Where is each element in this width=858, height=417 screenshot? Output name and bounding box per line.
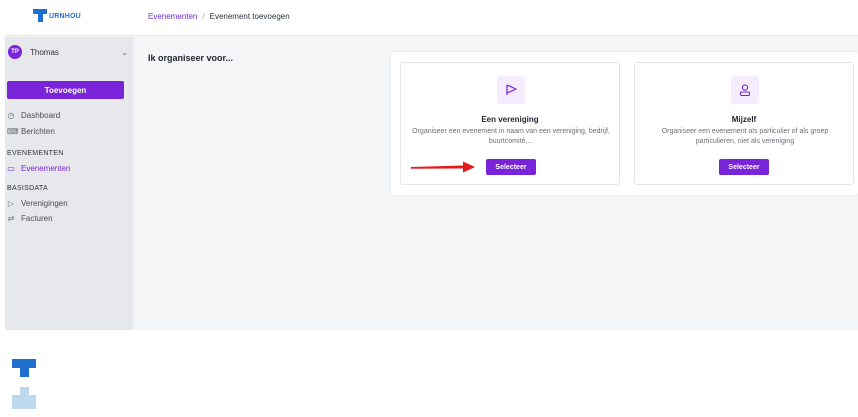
logo-mark-icon xyxy=(33,9,47,23)
logo[interactable]: URNHOU xyxy=(33,9,81,23)
sidebar-item-label: Facturen xyxy=(21,213,53,223)
card-description: Organiseer een evenement als particulier… xyxy=(661,128,829,145)
sidebar-item-label: Dashboard xyxy=(21,110,61,120)
breadcrumb-separator: / xyxy=(202,12,205,21)
top-bar: URNHOU Evenementen / Evenement toevoegen xyxy=(5,0,858,36)
transfer-icon: ⇄ xyxy=(7,213,15,223)
user-menu[interactable]: TP Thomas ⌄ xyxy=(8,44,128,60)
avatar: TP xyxy=(8,45,22,59)
logo-text: URNHOU xyxy=(49,12,81,20)
add-button[interactable]: Toevoegen xyxy=(7,81,124,99)
sidebar: TP Thomas ⌄ Toevoegen ◷ Dashboard ⌨ Beri… xyxy=(5,37,133,330)
nav-top: ◷ Dashboard ⌨ Berichten xyxy=(5,109,133,137)
section-title-evenementen: EVENEMENTEN xyxy=(7,150,64,157)
section-title-basisdata: BASISDATA xyxy=(7,185,48,192)
breadcrumb: Evenementen / Evenement toevoegen xyxy=(148,12,290,21)
flag-icon: ▷ xyxy=(7,198,15,208)
ticket-icon: ▭ xyxy=(7,163,15,173)
user-name: Thomas xyxy=(30,47,59,57)
user-icon xyxy=(731,76,759,104)
chevron-down-icon: ⌄ xyxy=(121,47,128,57)
card-description: Organiseer een evenement in naam van een… xyxy=(412,128,610,145)
nav-basisdata: BASISDATA ▷ Verenigingen ⇄ Facturen xyxy=(5,183,133,224)
messages-icon: ⌨ xyxy=(7,126,19,136)
sidebar-item-verenigingen[interactable]: ▷ Verenigingen xyxy=(5,197,133,209)
sidebar-item-label: Berichten xyxy=(21,126,55,136)
logo-mark-large-icon xyxy=(12,359,36,409)
sidebar-item-label: Evenementen xyxy=(21,163,71,173)
card-title: Een vereniging xyxy=(481,115,539,124)
nav-events: EVENEMENTEN ▭ Evenementen xyxy=(5,148,133,174)
breadcrumb-current: Evenement toevoegen xyxy=(209,12,290,21)
red-arrow-icon xyxy=(411,161,475,173)
card-mijzelf[interactable]: Mijzelf Organiseer een evenement als par… xyxy=(634,62,854,185)
dashboard-icon: ◷ xyxy=(7,110,15,120)
page-title: Ik organiseer voor... xyxy=(148,53,234,63)
select-button-vereniging[interactable]: Selecteer xyxy=(486,159,536,175)
sidebar-item-facturen[interactable]: ⇄ Facturen xyxy=(5,212,133,224)
sidebar-item-dashboard[interactable]: ◷ Dashboard xyxy=(5,109,133,121)
flag-icon xyxy=(497,76,525,104)
sidebar-item-evenementen[interactable]: ▭ Evenementen xyxy=(5,162,133,174)
breadcrumb-link-evenementen[interactable]: Evenementen xyxy=(148,12,197,21)
sidebar-item-label: Verenigingen xyxy=(21,198,68,208)
select-button-mijzelf[interactable]: Selecteer xyxy=(719,159,769,175)
card-title: Mijzelf xyxy=(731,115,757,124)
sidebar-item-berichten[interactable]: ⌨ Berichten xyxy=(5,125,133,137)
